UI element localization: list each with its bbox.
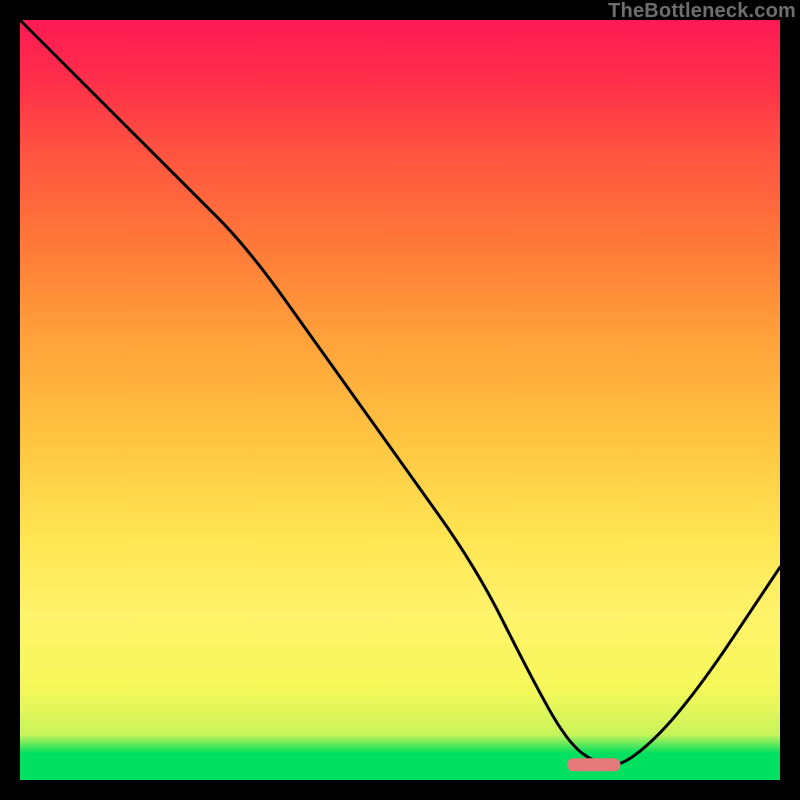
optimum-marker (567, 758, 620, 771)
chart-frame (20, 20, 780, 780)
chart-svg (20, 20, 780, 780)
bottleneck-curve-path (20, 20, 780, 765)
